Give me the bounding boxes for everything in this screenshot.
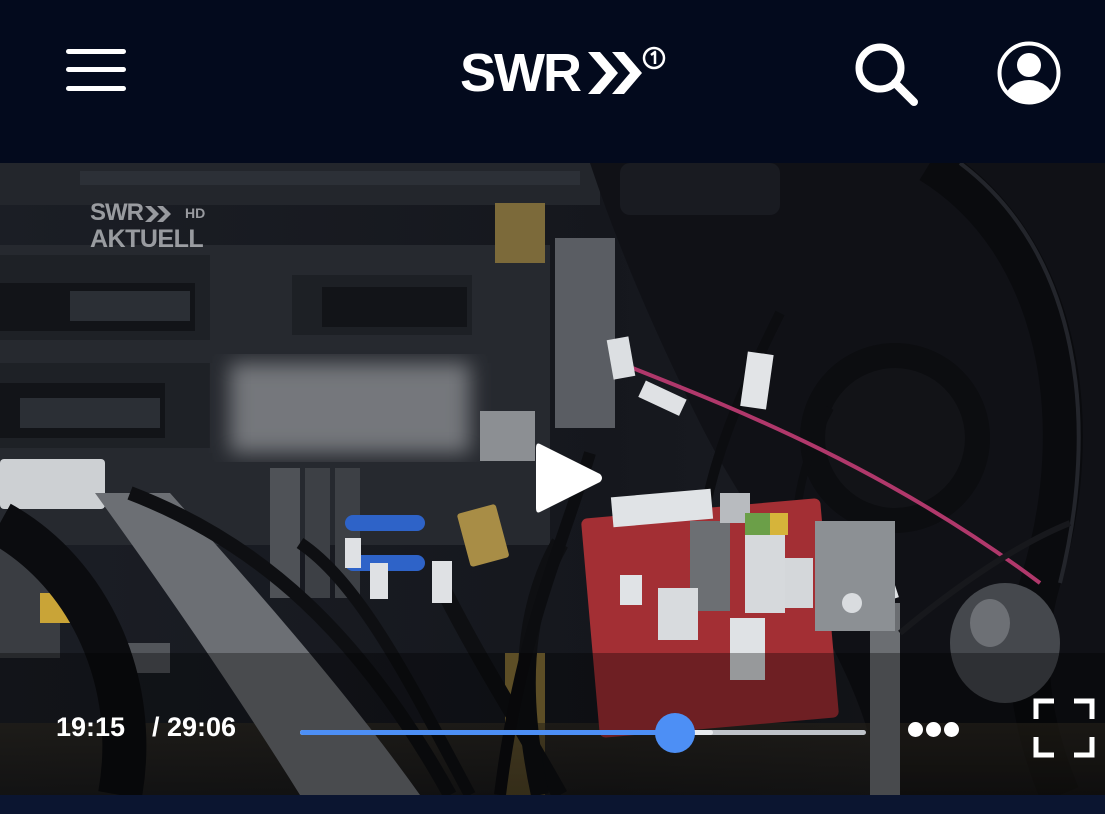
swr-arrows-ard-one-logo-icon	[588, 46, 666, 94]
account-button[interactable]	[996, 40, 1062, 106]
menu-button[interactable]	[62, 46, 130, 98]
more-dots-icon	[926, 722, 941, 737]
watermark-hd-badge: HD	[185, 205, 206, 221]
more-dots-icon	[944, 722, 959, 737]
fullscreen-icon	[1033, 698, 1095, 758]
logo-wordmark: SWR	[460, 43, 582, 103]
top-bar: SWR	[0, 0, 1105, 163]
play-icon	[536, 443, 602, 513]
more-options-button[interactable]	[906, 718, 962, 742]
more-dots-icon	[908, 722, 923, 737]
content-area-start	[0, 795, 1105, 814]
watermark-logo-line: SWR HD	[90, 201, 205, 225]
hamburger-menu-icon-bar	[66, 67, 126, 72]
watermark-arrows-icon	[145, 205, 171, 222]
seek-bar-thumb[interactable]	[655, 713, 696, 753]
swr-logo[interactable]: SWR	[460, 42, 670, 104]
fullscreen-button[interactable]	[1032, 697, 1096, 759]
user-account-icon	[997, 41, 1061, 105]
search-button[interactable]	[852, 40, 922, 110]
watermark-aktuell-text: AKTUELL	[90, 225, 204, 253]
app-root: SWR SWR HD AKTUELL 19:15 / 29:06	[0, 0, 1105, 814]
seek-bar[interactable]	[300, 713, 866, 753]
watermark-swr-text: SWR	[90, 199, 144, 226]
seek-bar-played	[300, 730, 676, 735]
search-icon	[855, 43, 918, 106]
video-player[interactable]: SWR HD AKTUELL 19:15 / 29:06	[0, 163, 1105, 795]
play-button[interactable]	[530, 438, 606, 518]
hamburger-menu-icon-bar	[66, 86, 126, 91]
total-duration: / 29:06	[152, 712, 237, 742]
hamburger-menu-icon-bar	[66, 49, 126, 54]
channel-watermark: SWR HD AKTUELL	[90, 201, 205, 254]
current-time: 19:15	[56, 712, 126, 742]
